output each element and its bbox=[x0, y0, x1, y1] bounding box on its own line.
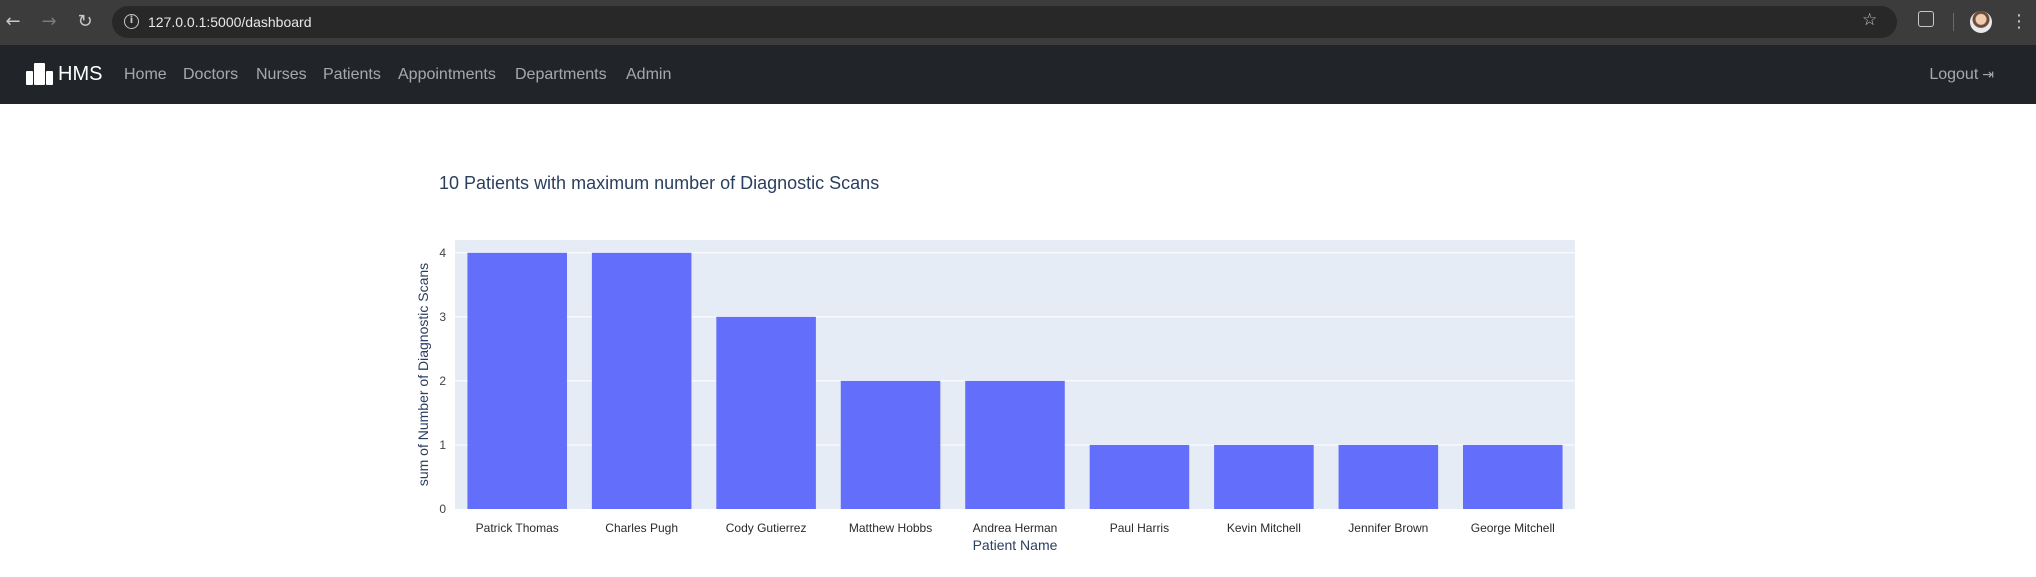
bar bbox=[1338, 444, 1439, 509]
x-tick-label: Cody Gutierrez bbox=[726, 521, 807, 535]
x-tick-label: Kevin Mitchell bbox=[1227, 521, 1301, 535]
bar bbox=[1214, 444, 1314, 509]
x-axis-title: Patient Name bbox=[973, 537, 1058, 553]
bar bbox=[1089, 444, 1190, 509]
bar bbox=[716, 316, 816, 509]
x-tick-label: Matthew Hobbs bbox=[849, 521, 932, 535]
x-tick-label: Paul Harris bbox=[1110, 521, 1169, 535]
y-tick-label: 2 bbox=[439, 374, 446, 388]
bar bbox=[467, 252, 567, 510]
bar-chart: 0 1 2 3 4 Patrick Thomas Charles Pugh Cody Guti… bbox=[415, 240, 1575, 553]
y-axis-title: sum of Number of Diagnostic Scans bbox=[415, 263, 431, 486]
y-tick-label: 0 bbox=[439, 502, 446, 516]
x-tick-label: Charles Pugh bbox=[605, 521, 678, 535]
y-tick-label: 4 bbox=[439, 246, 446, 260]
bar bbox=[965, 380, 1065, 509]
bar bbox=[1463, 444, 1563, 509]
x-tick-label: Jennifer Brown bbox=[1348, 521, 1428, 535]
x-tick-label: George Mitchell bbox=[1471, 521, 1555, 535]
x-tick-label: Andrea Herman bbox=[973, 521, 1058, 535]
bar bbox=[591, 252, 692, 510]
bar bbox=[840, 380, 941, 509]
x-tick-label: Patrick Thomas bbox=[476, 521, 559, 535]
y-tick-label: 1 bbox=[439, 438, 446, 452]
y-tick-label: 3 bbox=[439, 310, 446, 324]
